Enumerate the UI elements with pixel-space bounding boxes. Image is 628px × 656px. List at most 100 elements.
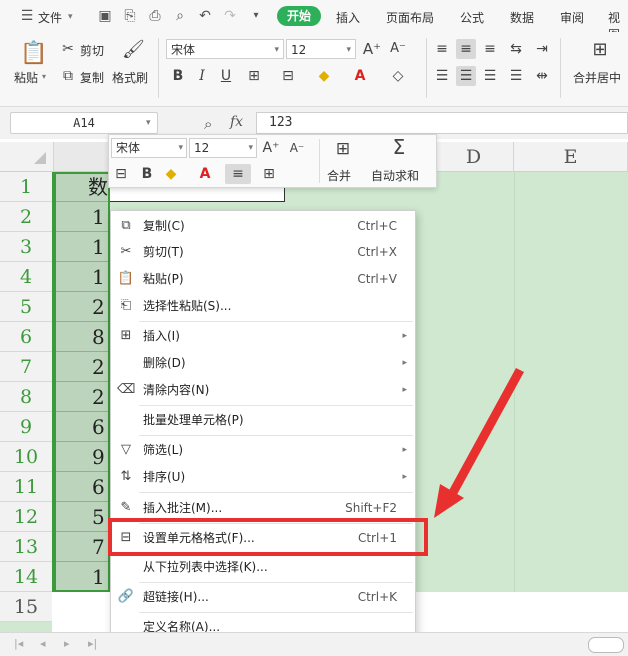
font-name-select[interactable]: 宋体 ▾ [166, 39, 284, 59]
row-header[interactable]: 2 [0, 202, 52, 232]
formula-input[interactable]: 123 [256, 112, 628, 134]
align-center-icon[interactable]: ≡ [225, 164, 251, 184]
row-header[interactable]: 8 [0, 382, 52, 412]
row-header[interactable]: 9 [0, 412, 52, 442]
row-header[interactable]: 15 [0, 592, 52, 622]
hamburger-icon[interactable]: ☰ [18, 7, 36, 25]
save-icon[interactable]: ▣ [96, 7, 114, 25]
row-header[interactable]: 14 [0, 562, 52, 592]
row-header[interactable]: 7 [0, 352, 52, 382]
bold-icon[interactable]: B [137, 164, 157, 184]
increase-font-icon[interactable]: A⁺ [261, 138, 281, 158]
file-menu[interactable]: 文件 [38, 9, 62, 26]
chevron-down-icon[interactable]: ▾ [68, 12, 73, 22]
bold-icon[interactable]: B [168, 66, 188, 86]
copy-icon[interactable]: ⧉ [58, 66, 78, 86]
cell-a10[interactable]: 9 [54, 442, 110, 472]
italic-icon[interactable]: I [192, 66, 212, 86]
undo-icon[interactable]: ↶ [196, 7, 214, 25]
next-sheet-icon[interactable]: ▸ [64, 637, 70, 650]
tab-formula[interactable]: 公式 [460, 9, 484, 26]
mini-merge-button[interactable]: 合并 [327, 167, 351, 184]
cell-a9[interactable]: 6 [54, 412, 110, 442]
justify-icon[interactable]: ☰ [506, 66, 526, 86]
sum-icon[interactable]: Σ [389, 137, 409, 157]
print-preview-icon[interactable]: ⌕ [171, 7, 189, 25]
redo-icon[interactable]: ↷ [221, 7, 239, 25]
menu-item-filter[interactable]: ▽ 筛选(L) ▸ [111, 437, 415, 463]
distribute-icon[interactable]: ⇹ [532, 66, 552, 86]
menu-item-insert[interactable]: ⊞ 插入(I) ▸ [111, 323, 415, 349]
select-all-corner[interactable] [0, 142, 54, 172]
menu-item-cut[interactable]: ✂ 剪切(T) Ctrl+X [111, 239, 415, 265]
cell-a11[interactable]: 6 [54, 472, 110, 502]
menu-item-sort[interactable]: ⇅ 排序(U) ▸ [111, 464, 415, 490]
merge-center-icon[interactable]: ⊞ [590, 40, 610, 60]
mini-font-size-select[interactable]: 12 ▾ [189, 138, 257, 158]
align-left-icon[interactable]: ☰ [432, 66, 452, 86]
paste-button[interactable]: 粘贴 [14, 69, 38, 86]
border-icon[interactable]: ⊞ [244, 66, 264, 86]
cell-a5[interactable]: 2 [54, 292, 110, 322]
menu-item-copy[interactable]: ⧉ 复制(C) Ctrl+C [111, 213, 415, 239]
fill-style-icon[interactable]: ⊟ [278, 66, 298, 86]
decrease-font-icon[interactable]: A⁻ [287, 138, 307, 158]
row-header[interactable]: 4 [0, 262, 52, 292]
row-header[interactable]: 5 [0, 292, 52, 322]
format-painter-icon[interactable]: 🖌 [122, 40, 145, 60]
row-header[interactable]: 13 [0, 532, 52, 562]
cell-a1[interactable]: 数据 [54, 172, 110, 202]
row-header[interactable]: 12 [0, 502, 52, 532]
align-center-icon[interactable]: ☰ [456, 66, 476, 86]
column-header-e[interactable]: E [514, 142, 628, 172]
cell-a12[interactable]: 5 [54, 502, 110, 532]
clear-format-icon[interactable]: ◇ [388, 66, 408, 86]
merge-center-button[interactable]: 合并居中 [573, 69, 621, 86]
indent-icon[interactable]: ⇥ [532, 39, 552, 59]
cell-a14[interactable]: 1 [54, 562, 110, 592]
align-middle-icon[interactable]: ≡ [456, 39, 476, 59]
menu-item-hyperlink[interactable]: 🔗 超链接(H)... Ctrl+K [111, 584, 415, 610]
scissors-icon[interactable]: ✂ [58, 39, 78, 59]
tab-data[interactable]: 数据 [510, 9, 534, 26]
fill-color-icon[interactable]: ◆ [161, 164, 181, 184]
horizontal-scrollbar[interactable] [588, 637, 624, 653]
tab-start[interactable]: 开始 [277, 6, 321, 26]
tab-page-layout[interactable]: 页面布局 [386, 9, 434, 26]
paste-chevron-icon[interactable]: ▾ [42, 72, 46, 81]
cell-a6[interactable]: 8 [54, 322, 110, 352]
cut-button[interactable]: 剪切 [80, 42, 104, 59]
cell-a13[interactable]: 7 [54, 532, 110, 562]
zoom-icon[interactable]: ⌕ [204, 115, 212, 133]
row-header[interactable]: 10 [0, 442, 52, 472]
column-header-d[interactable]: D [434, 142, 514, 172]
decrease-font-icon[interactable]: A⁻ [388, 39, 408, 59]
border-icon[interactable]: ⊞ [259, 164, 279, 184]
align-top-icon[interactable]: ≡ [432, 39, 452, 59]
menu-item-pick-from-list[interactable]: 从下拉列表中选择(K)... [111, 554, 415, 580]
mini-font-name-select[interactable]: 宋体 ▾ [111, 138, 187, 158]
cell-a7[interactable]: 2 [54, 352, 110, 382]
cell-a8[interactable]: 2 [54, 382, 110, 412]
fx-label[interactable]: fx [230, 114, 243, 130]
menu-item-batch-process[interactable]: 批量处理单元格(P) [111, 407, 415, 433]
fill-color-icon[interactable]: ◆ [314, 66, 334, 86]
tab-insert[interactable]: 插入 [336, 9, 360, 26]
last-sheet-icon[interactable]: ▸| [88, 637, 97, 650]
cell-a2[interactable]: 1 [54, 202, 110, 232]
format-cells-icon[interactable]: ⊟ [111, 164, 131, 184]
print-icon[interactable]: ⎙ [146, 7, 164, 25]
tab-review[interactable]: 审阅 [560, 9, 584, 26]
name-box-chevron-icon[interactable]: ▾ [146, 118, 151, 128]
increase-font-icon[interactable]: A⁺ [362, 39, 382, 59]
row-header[interactable]: 3 [0, 232, 52, 262]
paste-icon[interactable]: 📋 [20, 40, 47, 68]
format-painter-button[interactable]: 格式刷 [112, 69, 148, 86]
cell-a3[interactable]: 1 [54, 232, 110, 262]
name-box[interactable]: A14 [10, 112, 158, 134]
cell-a4[interactable]: 1 [54, 262, 110, 292]
merge-icon[interactable]: ⊞ [333, 139, 353, 159]
copy-button[interactable]: 复制 [80, 69, 104, 86]
font-size-select[interactable]: 12 ▾ [286, 39, 356, 59]
prev-sheet-icon[interactable]: ◂ [40, 637, 46, 650]
